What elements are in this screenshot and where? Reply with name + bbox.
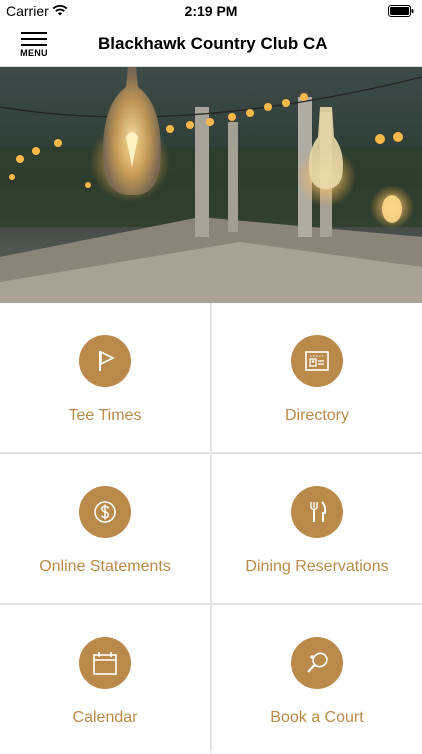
battery-icon [388, 5, 414, 17]
tile-calendar[interactable]: Calendar [0, 605, 210, 754]
tile-label: Tee Times [68, 407, 142, 424]
tile-tee-times[interactable]: Tee Times [0, 303, 210, 452]
tile-directory[interactable]: Directory [212, 303, 422, 452]
tile-icon-circle [291, 335, 343, 387]
status-bar: Carrier 2:19 PM [0, 0, 422, 22]
dollar-icon [94, 501, 116, 523]
menu-button[interactable]: MENU [14, 30, 54, 62]
tile-label: Online Statements [39, 558, 171, 575]
page-title: Blackhawk Country Club CA [98, 34, 328, 53]
tile-icon-circle [291, 637, 343, 689]
tile-label: Calendar [72, 709, 138, 726]
fork-knife-icon [310, 501, 327, 522]
paddle-icon [307, 652, 328, 673]
tile-dining-reservations[interactable]: Dining Reservations [212, 454, 422, 603]
flag-icon [99, 350, 115, 371]
tile-book-a-court[interactable]: Book a Court [212, 605, 422, 754]
id-card-icon [305, 351, 329, 371]
calendar-icon [93, 652, 117, 675]
tile-online-statements[interactable]: Online Statements [0, 454, 210, 603]
menu-label: MENU [20, 48, 48, 58]
tile-icon-circle [79, 335, 131, 387]
tile-icon-circle [291, 486, 343, 538]
hero-image [0, 67, 422, 303]
tile-label: Book a Court [270, 709, 364, 726]
navigation-bar: MENU Blackhawk Country Club CA [0, 22, 422, 67]
tile-icon-circle [79, 637, 131, 689]
hamburger-icon [21, 32, 47, 46]
tile-label: Directory [284, 407, 349, 424]
menu-grid: Tee Times Directory Online Statements Di… [0, 303, 422, 754]
clock-time: 2:19 PM [184, 3, 238, 19]
tile-icon-circle [79, 486, 131, 538]
tile-label: Dining Reservations [245, 558, 389, 575]
